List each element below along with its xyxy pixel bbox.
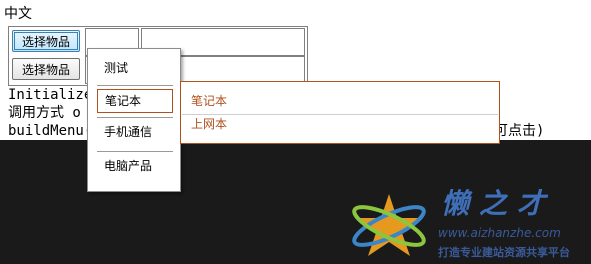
code-line-usage: 调用方式 o (8, 105, 81, 121)
select-item-button-2[interactable]: 选择物品 (12, 58, 80, 80)
menu-item-computer[interactable]: 电脑产品 (97, 155, 173, 179)
code-line-buildmenu: buildMenu( (8, 123, 93, 139)
watermark-title: 懒之才 (441, 187, 556, 220)
context-menu: 测试 笔记本 手机通信 电脑产品 (87, 48, 181, 192)
menu-divider (97, 151, 173, 152)
submenu-item-laptop[interactable]: 笔记本 (191, 93, 227, 109)
menu-item-laptop[interactable]: 笔记本 (97, 89, 173, 113)
submenu-laptop: 笔记本 上网本 (180, 81, 500, 144)
select-item-button-1[interactable]: 选择物品 (12, 30, 80, 52)
watermark-url: www.aizhanzhe.com (438, 226, 561, 240)
menu-item-test[interactable]: 测试 (97, 57, 173, 81)
menu-divider (97, 117, 173, 118)
watermark-slogan: 打造专业建站资源共享平台 (438, 246, 570, 259)
code-line-initialize: Initialize (8, 87, 93, 103)
watermark-logo-icon (352, 194, 426, 256)
menu-divider (97, 85, 173, 86)
page-title: 中文 (4, 6, 32, 22)
submenu-divider (182, 114, 498, 115)
code-line-tail: 可点击) (494, 123, 545, 139)
submenu-item-netbook[interactable]: 上网本 (191, 116, 227, 132)
menu-item-mobile[interactable]: 手机通信 (97, 121, 173, 145)
